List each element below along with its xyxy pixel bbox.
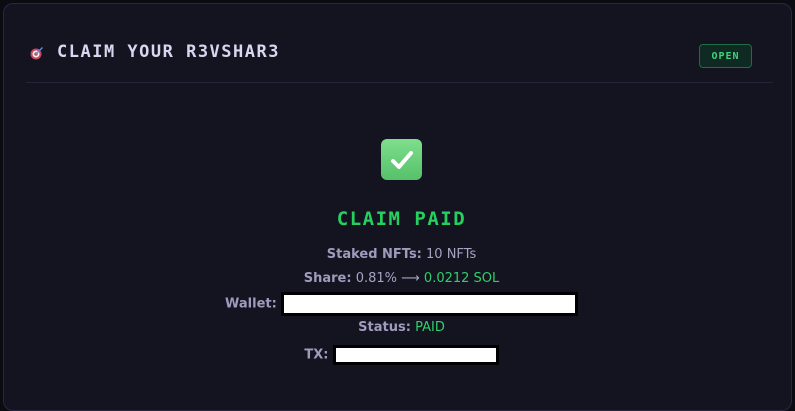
tx-row: TX: [4, 345, 795, 365]
staked-nfts-value: 10 NFTs [426, 247, 477, 262]
staked-nfts-row: Staked NFTs: 10 NFTs [4, 247, 795, 262]
wallet-row: Wallet: [4, 292, 795, 316]
page-title: CLAIM YOUR R3VSHAR3 [57, 42, 280, 62]
target-icon [30, 47, 43, 60]
wallet-address-redacted [280, 292, 578, 316]
share-label: Share: [303, 271, 352, 286]
wallet-label: Wallet: [225, 296, 277, 312]
share-row: Share: 0.81% ⟶ 0.0212 SOL [4, 271, 795, 286]
share-arrow: ⟶ [401, 271, 420, 286]
claim-status-title: CLAIM PAID [336, 208, 467, 230]
status-label: Status: [358, 320, 411, 335]
page-background: CLAIM YOUR R3VSHAR3 OPEN CLAIM PAID Stak… [0, 0, 795, 411]
claim-card: CLAIM YOUR R3VSHAR3 OPEN CLAIM PAID Stak… [3, 3, 792, 411]
tx-label: TX: [304, 347, 329, 363]
check-mark-icon [381, 139, 422, 180]
staked-nfts-label: Staked NFTs: [326, 247, 422, 262]
status-row: Status: PAID [4, 320, 795, 335]
status-value: PAID [415, 320, 445, 335]
share-percent: 0.81% [355, 271, 397, 286]
tx-hash-redacted [332, 345, 499, 365]
share-amount: 0.0212 SOL [423, 271, 500, 286]
status-badge: OPEN [699, 44, 752, 68]
